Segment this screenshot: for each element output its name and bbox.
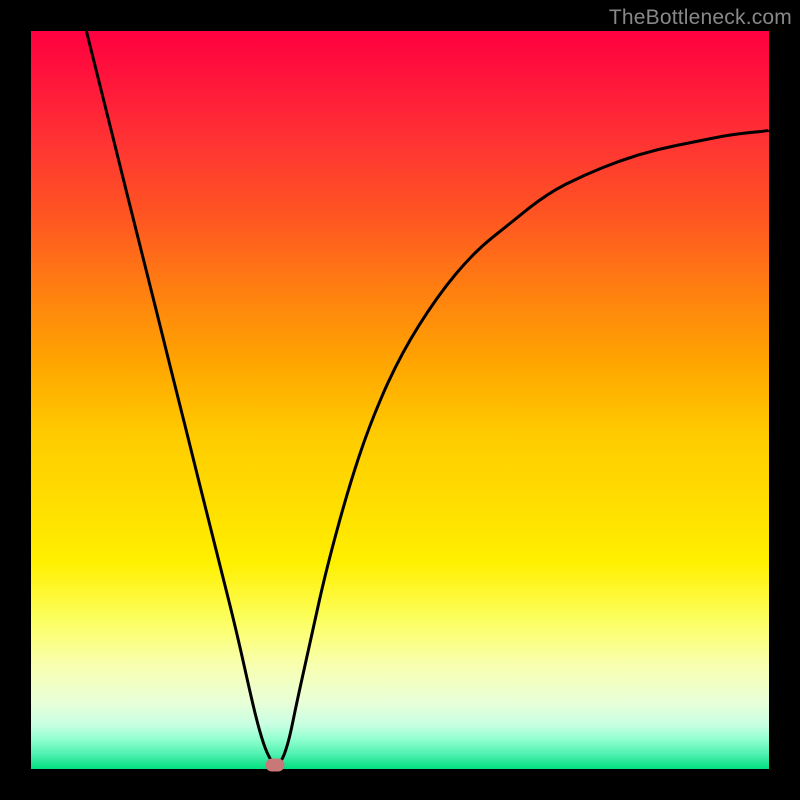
chart-frame: TheBottleneck.com xyxy=(0,0,800,800)
watermark-text: TheBottleneck.com xyxy=(609,6,792,30)
optimal-point-marker xyxy=(265,759,284,772)
bottleneck-curve-line xyxy=(86,31,769,764)
bottleneck-curve-svg xyxy=(31,31,769,769)
